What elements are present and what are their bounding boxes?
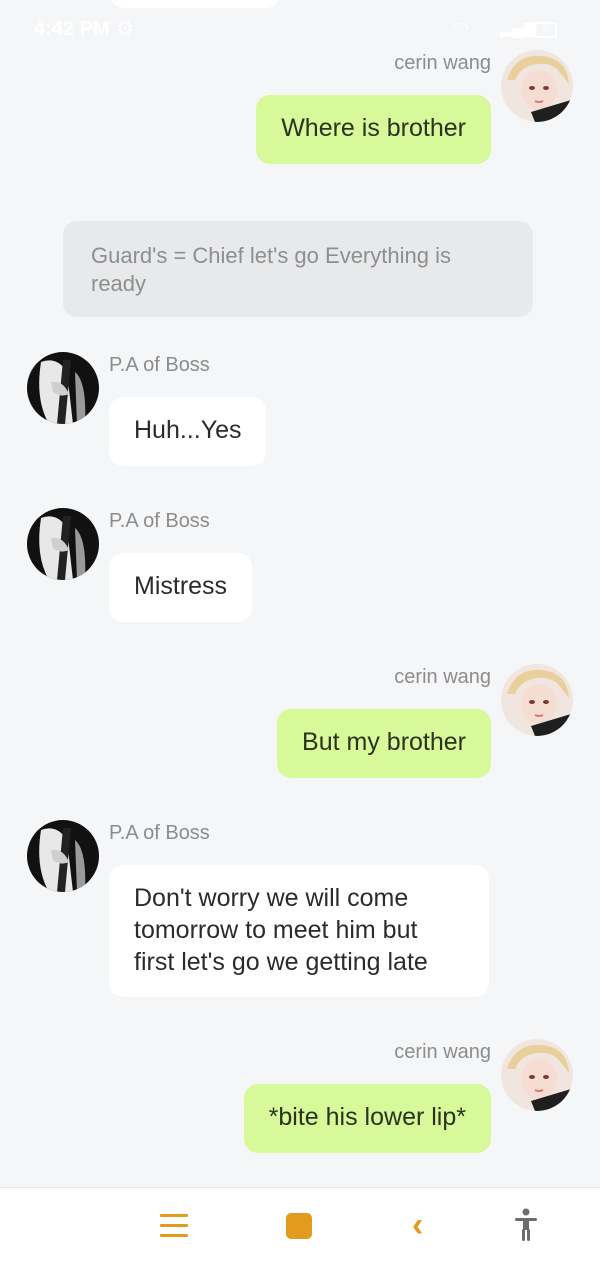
message-text: *bite his lower lip* [268, 1103, 466, 1131]
status-bar: 4:42 PM ⚙ ◠ ▂▄▆ 4 [0, 0, 600, 56]
sender-name: cerin wang [394, 1041, 491, 1063]
bottom-navigation-bar: ‹ [0, 1187, 600, 1268]
message-text: Huh...Yes [134, 416, 242, 444]
menu-icon[interactable] [160, 1214, 188, 1244]
avatar-cerin-wang[interactable] [501, 50, 573, 122]
avatar-image [27, 820, 99, 892]
narration-text: Guard's = Chief let's go Everything is r… [91, 243, 451, 296]
message-bubble[interactable]: Huh...Yes [109, 397, 267, 466]
message-bubble[interactable]: *bite his lower lip* [243, 1084, 491, 1153]
message-bubble[interactable]: Where is brother [256, 95, 491, 164]
sender-name: P.A of Boss [109, 822, 210, 844]
home-icon[interactable] [286, 1213, 312, 1239]
message-bubble[interactable]: Don't worry we will come tomorrow to mee… [109, 865, 489, 997]
avatar-cerin-wang[interactable] [501, 1039, 573, 1111]
message-text: But my brother [302, 728, 466, 756]
signal-icon: ▂▄▆ [500, 20, 536, 37]
back-icon[interactable]: ‹ [412, 1206, 423, 1245]
avatar-pa-of-boss[interactable] [27, 508, 99, 580]
avatar-image [501, 50, 573, 122]
sender-name: cerin wang [394, 52, 491, 74]
sender-name: P.A of Boss [109, 510, 210, 532]
avatar-pa-of-boss[interactable] [27, 820, 99, 892]
settings-gear-icon: ⚙ [116, 18, 134, 40]
avatar-image [501, 1039, 573, 1111]
wifi-icon: ◠ [452, 18, 470, 40]
message-bubble[interactable]: But my brother [277, 709, 491, 778]
previous-message-bubble [110, 0, 280, 8]
status-time: 4:42 PM [34, 18, 110, 40]
avatar-image [27, 352, 99, 424]
message-text: Don't worry we will come tomorrow to mee… [134, 884, 428, 976]
avatar-cerin-wang[interactable] [501, 664, 573, 736]
accessibility-icon[interactable] [513, 1208, 539, 1242]
sender-name: P.A of Boss [109, 354, 210, 376]
narration-bubble[interactable]: Guard's = Chief let's go Everything is r… [63, 221, 533, 317]
avatar-image [501, 664, 573, 736]
avatar-image [27, 508, 99, 580]
message-text: Where is brother [281, 114, 466, 142]
avatar-pa-of-boss[interactable] [27, 352, 99, 424]
sender-name: cerin wang [394, 666, 491, 688]
battery-icon: 4 [533, 22, 557, 38]
message-text: Mistress [134, 572, 228, 600]
message-bubble[interactable]: Mistress [109, 553, 253, 622]
